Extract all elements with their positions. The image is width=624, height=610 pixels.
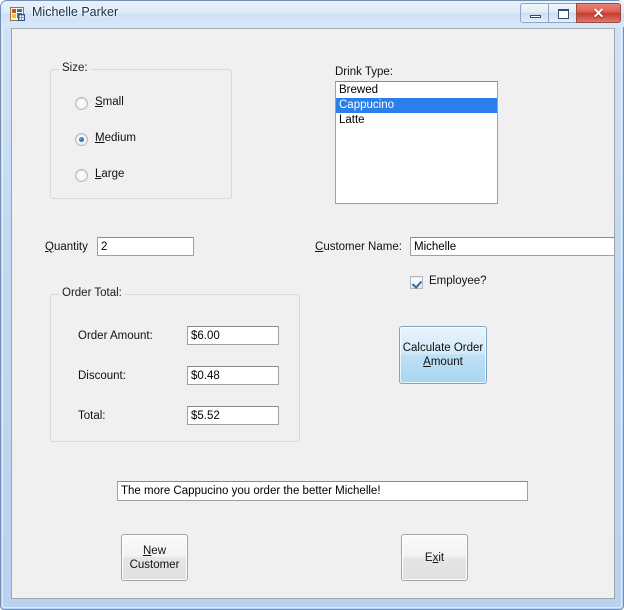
maximize-icon [558, 9, 569, 19]
exit-button[interactable]: Exit [401, 534, 468, 581]
close-icon: ✕ [592, 4, 605, 21]
drink-type-listbox[interactable]: Brewed Cappucino Latte [335, 81, 498, 204]
window-controls: ✕ [520, 3, 621, 24]
new-customer-button[interactable]: New Customer [121, 534, 188, 581]
size-groupbox-label: Size: [59, 62, 91, 74]
order-total-groupbox: Order Total: Order Amount: $6.00 Discoun… [50, 287, 300, 442]
form-client-area: Size: Small Medium Large Drink Type: Bre… [11, 28, 615, 599]
radio-size-small[interactable]: Small [75, 96, 225, 112]
maximize-button[interactable] [548, 3, 577, 23]
discount-value[interactable]: $0.48 [187, 366, 279, 385]
new-customer-button-label: New Customer [129, 544, 180, 571]
radio-size-large[interactable]: Large [75, 168, 225, 184]
exit-button-label: Exit [424, 551, 445, 564]
close-button[interactable]: ✕ [576, 3, 621, 23]
order-total-groupbox-label: Order Total: [59, 287, 125, 299]
total-value[interactable]: $5.52 [187, 406, 279, 425]
radio-indicator-icon [75, 133, 88, 146]
quantity-input[interactable]: 2 [97, 237, 194, 256]
title-bar[interactable]: Michelle Parker ✕ [1, 1, 624, 27]
list-item[interactable]: Cappucino [336, 98, 497, 113]
employee-checkbox-label: Employee? [429, 275, 487, 287]
radio-indicator-icon [75, 97, 88, 110]
customer-name-label: Customer Name: [315, 241, 402, 253]
minimize-icon [530, 15, 541, 18]
drink-type-label: Drink Type: [335, 66, 393, 78]
list-item[interactable]: Brewed [336, 83, 497, 98]
discount-label: Discount: [78, 370, 126, 382]
quantity-label: Quantity [45, 241, 88, 253]
calculate-order-amount-button[interactable]: Calculate Order Amount [399, 326, 487, 384]
minimize-button[interactable] [520, 3, 549, 23]
calculate-order-amount-button-label: Calculate Order Amount [402, 342, 484, 368]
radio-indicator-icon [75, 169, 88, 182]
order-amount-label: Order Amount: [78, 330, 153, 342]
customer-name-input[interactable]: Michelle [410, 237, 615, 256]
radio-size-small-label: Small [95, 96, 124, 108]
radio-size-large-label: Large [95, 168, 125, 180]
list-item[interactable]: Latte [336, 113, 497, 128]
size-groupbox: Size: Small Medium Large [50, 62, 232, 199]
message-output[interactable]: The more Cappucino you order the better … [117, 481, 528, 501]
checkbox-indicator-icon [410, 276, 423, 289]
radio-size-medium[interactable]: Medium [75, 132, 225, 148]
order-amount-value[interactable]: $6.00 [187, 326, 279, 345]
total-label: Total: [78, 410, 106, 422]
window-title: Michelle Parker [32, 5, 119, 19]
radio-size-medium-label: Medium [95, 132, 136, 144]
form-designer-icon [10, 7, 25, 21]
application-window: Michelle Parker ✕ Size: Small Medium Lar… [0, 0, 624, 610]
